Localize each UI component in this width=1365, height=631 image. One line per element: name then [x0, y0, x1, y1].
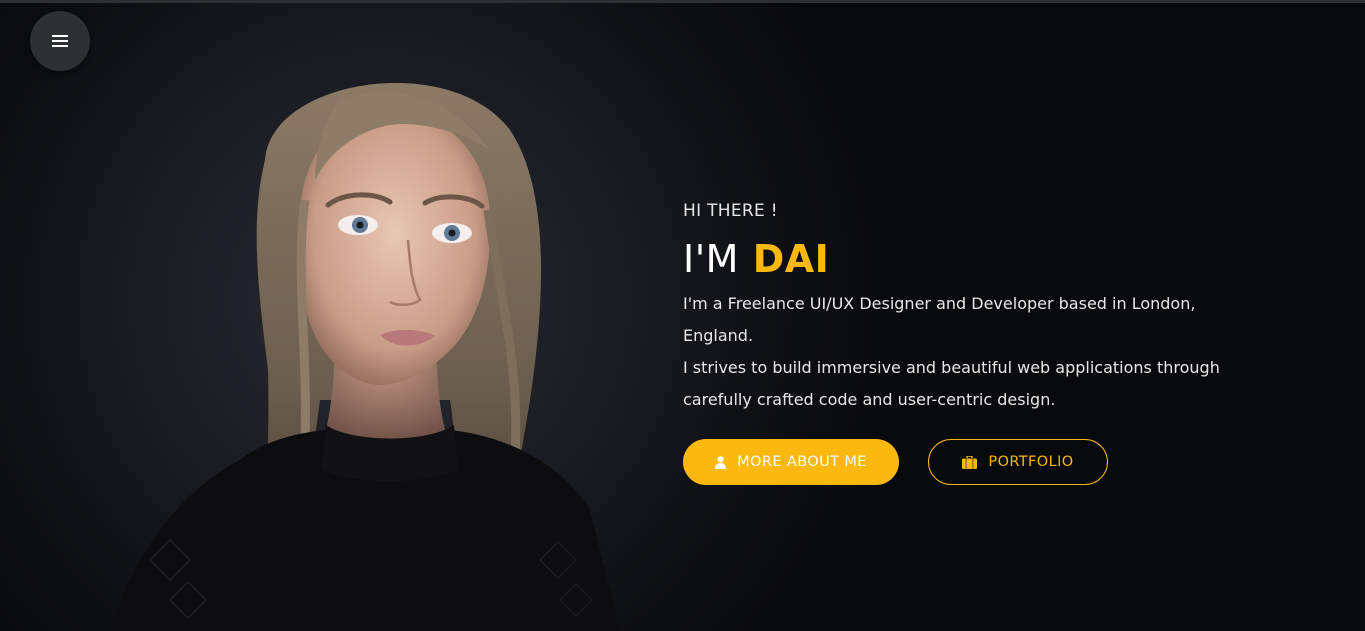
- menu-button[interactable]: [30, 11, 90, 71]
- portfolio-label: PORTFOLIO: [988, 454, 1074, 470]
- hero-content: HI THERE ! I'M DAI I'm a Freelance UI/UX…: [683, 198, 1283, 485]
- bio-line: I strives to build immersive and beautif…: [683, 358, 1220, 377]
- hamburger-icon: [52, 35, 68, 47]
- briefcase-icon: [962, 455, 978, 469]
- portfolio-button[interactable]: PORTFOLIO: [928, 439, 1108, 485]
- more-about-me-button[interactable]: MORE ABOUT ME: [683, 439, 899, 485]
- bio-line: I'm a Freelance UI/UX Designer and Devel…: [683, 294, 1196, 345]
- greeting-text: HI THERE !: [683, 201, 778, 221]
- hero-page: HI THERE ! I'M DAI I'm a Freelance UI/UX…: [0, 0, 1365, 631]
- top-border: [0, 0, 1365, 3]
- headline: I'M DAI: [683, 234, 1283, 284]
- user-icon: [715, 455, 727, 469]
- headline-name: DAI: [752, 237, 830, 281]
- bio-line: carefully crafted code and user-centric …: [683, 390, 1056, 409]
- portrait-image: [110, 82, 620, 631]
- headline-prefix: I'M: [683, 237, 739, 281]
- hero-actions: MORE ABOUT ME PORTFOLIO: [683, 439, 1283, 485]
- bio-text: I'm a Freelance UI/UX Designer and Devel…: [683, 288, 1243, 416]
- more-about-me-label: MORE ABOUT ME: [737, 454, 867, 470]
